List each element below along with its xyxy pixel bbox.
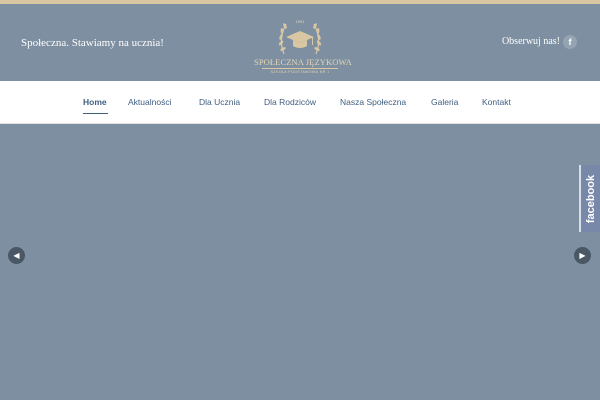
nav-item-dla-ucznia[interactable]: Dla Ucznia	[199, 97, 240, 107]
main-navigation: Home Aktualności Dla Ucznia Dla Rodziców…	[0, 81, 600, 124]
nav-item-galeria[interactable]: Galeria	[431, 97, 458, 107]
facebook-tab-label: facebook	[584, 174, 597, 223]
slider-prev-arrow-icon[interactable]: ◀	[8, 247, 25, 264]
site-tagline: Społeczna. Stawiamy na ucznia!	[21, 37, 164, 49]
laurel-graduation-cap-icon: 1991	[278, 19, 322, 55]
nav-item-home[interactable]: Home	[83, 97, 107, 107]
logo-title: SPOŁECZNA JĘZYKOWA	[254, 57, 352, 67]
nav-item-aktualnosci[interactable]: Aktualności	[128, 97, 171, 107]
logo-year: 1991	[296, 19, 306, 24]
nav-active-underline	[83, 113, 108, 114]
follow-us-label: Obserwuj nas!	[501, 36, 560, 47]
site-header: Społeczna. Stawiamy na ucznia! 1991 SPOŁ…	[0, 4, 600, 81]
nav-item-kontakt[interactable]: Kontakt	[482, 97, 511, 107]
hero-slider: ◀ ▶	[0, 124, 600, 400]
facebook-side-tab[interactable]: facebook	[579, 165, 600, 232]
logo-subtitle: SZKOŁA PODSTAWOWA NR 1	[270, 70, 330, 74]
nav-item-nasza-spoleczna[interactable]: Nasza Społeczna	[340, 97, 406, 107]
slider-next-arrow-icon[interactable]: ▶	[574, 247, 591, 264]
nav-item-dla-rodzicow[interactable]: Dla Rodziców	[264, 97, 316, 107]
site-logo[interactable]: 1991 SPOŁECZNA JĘZYKOWA SZKOŁA PODSTAWOW…	[254, 12, 352, 78]
logo-divider	[262, 68, 338, 69]
facebook-icon[interactable]: f	[563, 35, 577, 49]
